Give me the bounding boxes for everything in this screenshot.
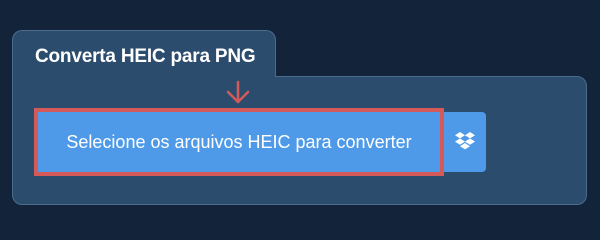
dropbox-button[interactable]: [444, 112, 486, 172]
tab-title: Converta HEIC para PNG: [35, 46, 256, 67]
dropbox-icon: [455, 132, 475, 150]
panel-tab-joint: [13, 74, 275, 79]
select-button-label: Selecione os arquivos HEIC para converte…: [66, 131, 412, 152]
select-heic-files-button[interactable]: Selecione os arquivos HEIC para converte…: [34, 108, 444, 176]
arrow-down-icon: [226, 80, 250, 104]
